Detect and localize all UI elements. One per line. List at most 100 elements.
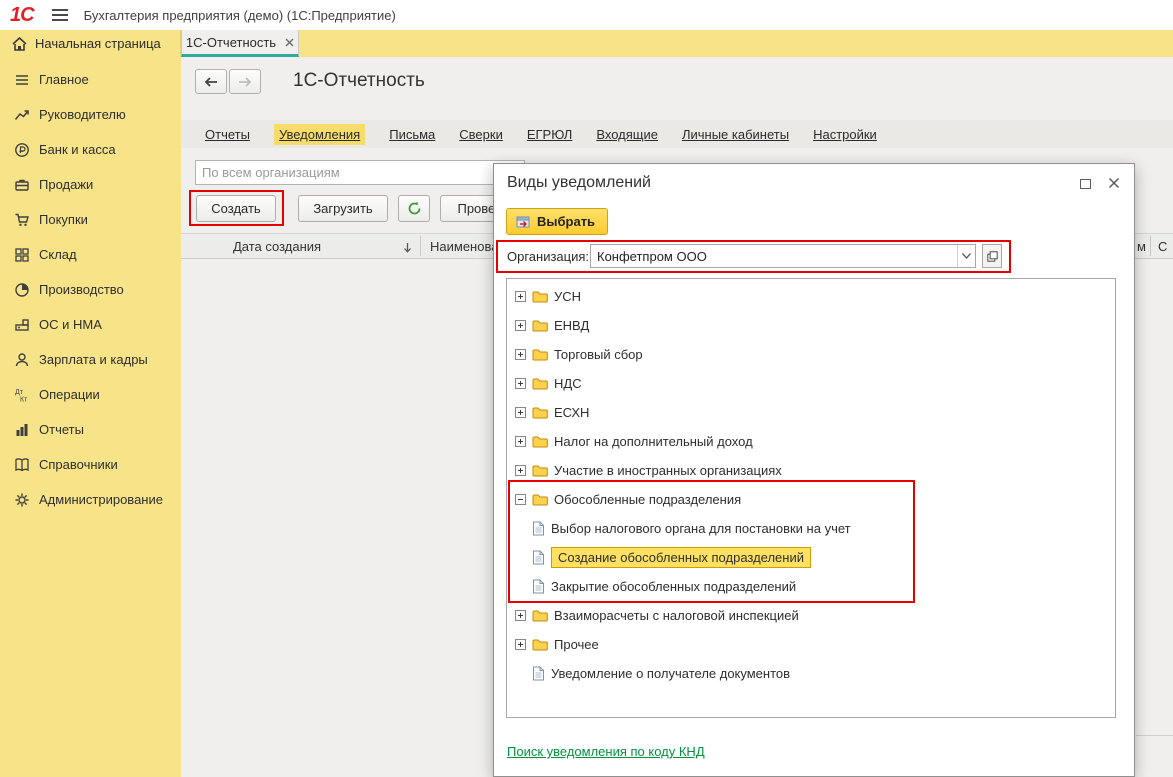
nav-link-lichnye-kabinety[interactable]: Личные кабинеты xyxy=(682,127,789,142)
nav-link-sverki[interactable]: Сверки xyxy=(459,127,503,142)
close-icon[interactable] xyxy=(1108,176,1120,194)
sidebar-item-sklad[interactable]: Склад xyxy=(0,237,181,272)
folder-icon xyxy=(532,377,548,390)
tab-label: 1С-Отчетность xyxy=(186,35,276,50)
maximize-icon[interactable] xyxy=(1080,179,1091,189)
load-button[interactable]: Загрузить xyxy=(298,195,388,222)
dropdown-arrow-icon[interactable] xyxy=(957,245,975,267)
gear-icon xyxy=(13,491,30,508)
sidebar-item-pokupki[interactable]: Покупки xyxy=(0,202,181,237)
organization-combobox[interactable] xyxy=(590,244,976,268)
expand-icon[interactable] xyxy=(515,639,526,650)
expand-icon[interactable] xyxy=(515,436,526,447)
nav-link-otchety[interactable]: Отчеты xyxy=(205,127,250,142)
sidebar-item-administrirovanie[interactable]: Администрирование xyxy=(0,482,181,517)
underlying-form-edge xyxy=(1136,735,1173,736)
tree-item-nalog-dop-dohod[interactable]: Налог на дополнительный доход xyxy=(507,427,1115,456)
page-title: 1С-Отчетность xyxy=(293,70,425,92)
tree-item-vzaimoraschety[interactable]: Взаиморасчеты с налоговой инспекцией xyxy=(507,601,1115,630)
document-icon xyxy=(532,579,545,594)
tree-item-label: ЕСХН xyxy=(554,405,589,420)
forward-arrow-icon xyxy=(238,77,252,87)
sidebar-item-label: Справочники xyxy=(39,457,118,472)
collapse-icon[interactable] xyxy=(515,494,526,505)
tree-item-eshn[interactable]: ЕСХН xyxy=(507,398,1115,427)
sidebar-item-label: Администрирование xyxy=(39,492,163,507)
nav-link-egrul[interactable]: ЕГРЮЛ xyxy=(527,127,572,142)
back-button[interactable] xyxy=(195,69,227,94)
tree-item-obosoblennye[interactable]: Обособленные подразделения xyxy=(507,485,1115,514)
column-header-date[interactable]: Дата создания xyxy=(233,239,321,254)
app-title: Бухгалтерия предприятия (демо) (1С:Предп… xyxy=(84,8,396,23)
choose-icon xyxy=(987,251,998,262)
cart-icon xyxy=(13,211,30,228)
production-icon xyxy=(13,281,30,298)
tree-item-label: Обособленные подразделения xyxy=(554,492,741,507)
tree-item-label: Налог на дополнительный доход xyxy=(554,434,753,449)
nav-link-pisma[interactable]: Письма xyxy=(389,127,435,142)
create-button[interactable]: Создать xyxy=(196,195,276,222)
tree-item-usn[interactable]: УСН xyxy=(507,282,1115,311)
folder-icon xyxy=(532,609,548,622)
choose-from-list-button[interactable] xyxy=(982,244,1002,268)
select-button-label: Выбрать xyxy=(537,214,595,229)
sidebar-item-label: Склад xyxy=(39,247,77,262)
tree-item-sozdanie-podrazdeleniy[interactable]: Создание обособленных подразделений xyxy=(507,543,1115,572)
sidebar-item-prodazhi[interactable]: Продажи xyxy=(0,167,181,202)
tree-item-uchastie-inostr[interactable]: Участие в иностранных организациях xyxy=(507,456,1115,485)
tree-item-torgovy-sbor[interactable]: Торговый сбор xyxy=(507,340,1115,369)
knd-search-link[interactable]: Поиск уведомления по коду КНД xyxy=(507,744,705,759)
organization-input[interactable] xyxy=(591,245,957,267)
sidebar-item-label: Операции xyxy=(39,387,100,402)
sidebar-item-rukovoditelyu[interactable]: Руководителю xyxy=(0,97,181,132)
refresh-button[interactable] xyxy=(398,195,430,222)
forward-button[interactable] xyxy=(229,69,261,94)
tree-item-prochee[interactable]: Прочее xyxy=(507,630,1115,659)
sidebar-item-otchety[interactable]: Отчеты xyxy=(0,412,181,447)
sidebar-item-label: Зарплата и кадры xyxy=(39,352,148,367)
tree-item-nds[interactable]: НДС xyxy=(507,369,1115,398)
tree-item-label: Выбор налогового органа для постановки н… xyxy=(551,521,851,536)
column-fragment-s: С xyxy=(1158,239,1167,254)
book-icon xyxy=(13,456,30,473)
sidebar-item-zarplata-i-kadry[interactable]: Зарплата и кадры xyxy=(0,342,181,377)
tree-item-label: УСН xyxy=(554,289,581,304)
folder-icon xyxy=(532,348,548,361)
notification-types-tree: УСН ЕНВД Торговый сбор НДС ЕСХН Налог на… xyxy=(506,278,1116,718)
nav-link-vhodyashchie[interactable]: Входящие xyxy=(596,127,658,142)
select-button[interactable]: Выбрать xyxy=(506,208,608,235)
tree-item-vybor-organa[interactable]: Выбор налогового органа для постановки н… xyxy=(507,514,1115,543)
assets-icon xyxy=(13,316,30,333)
home-icon xyxy=(12,37,27,51)
expand-icon[interactable] xyxy=(515,349,526,360)
home-tab[interactable]: Начальная страница xyxy=(0,30,181,57)
expand-icon[interactable] xyxy=(515,378,526,389)
nav-link-nastroyki[interactable]: Настройки xyxy=(813,127,877,142)
sidebar-item-bank-i-kassa[interactable]: Банк и касса xyxy=(0,132,181,167)
column-header-name[interactable]: Наименова xyxy=(430,239,498,254)
expand-icon[interactable] xyxy=(515,291,526,302)
tree-item-uvedomlenie-poluchatel[interactable]: Уведомление о получателе документов xyxy=(507,659,1115,688)
section-nav: Отчеты Уведомления Письма Сверки ЕГРЮЛ В… xyxy=(181,120,1173,148)
expand-icon[interactable] xyxy=(515,407,526,418)
sidebar-item-glavnoe[interactable]: Главное xyxy=(0,62,181,97)
svg-text:Кт: Кт xyxy=(20,396,28,403)
main-menu-icon[interactable] xyxy=(52,9,68,21)
sidebar-item-label: Главное xyxy=(39,72,89,87)
sidebar-item-os-i-nma[interactable]: ОС и НМА xyxy=(0,307,181,342)
expand-icon[interactable] xyxy=(515,610,526,621)
expand-icon[interactable] xyxy=(515,320,526,331)
sidebar-item-operacii[interactable]: ДтКт Операции xyxy=(0,377,181,412)
tree-item-zakrytie-podrazdeleniy[interactable]: Закрытие обособленных подразделений xyxy=(507,572,1115,601)
tree-item-envd[interactable]: ЕНВД xyxy=(507,311,1115,340)
sidebar-item-spravochniki[interactable]: Справочники xyxy=(0,447,181,482)
tab-close-icon[interactable] xyxy=(285,38,294,47)
expand-icon[interactable] xyxy=(515,465,526,476)
organization-filter-input[interactable] xyxy=(195,160,525,185)
nav-link-uvedomleniya[interactable]: Уведомления xyxy=(274,124,365,145)
person-icon xyxy=(13,351,30,368)
tree-item-label: НДС xyxy=(554,376,582,391)
tab-1c-reporting[interactable]: 1С-Отчетность xyxy=(181,30,299,57)
document-icon xyxy=(532,521,545,536)
sidebar-item-proizvodstvo[interactable]: Производство xyxy=(0,272,181,307)
